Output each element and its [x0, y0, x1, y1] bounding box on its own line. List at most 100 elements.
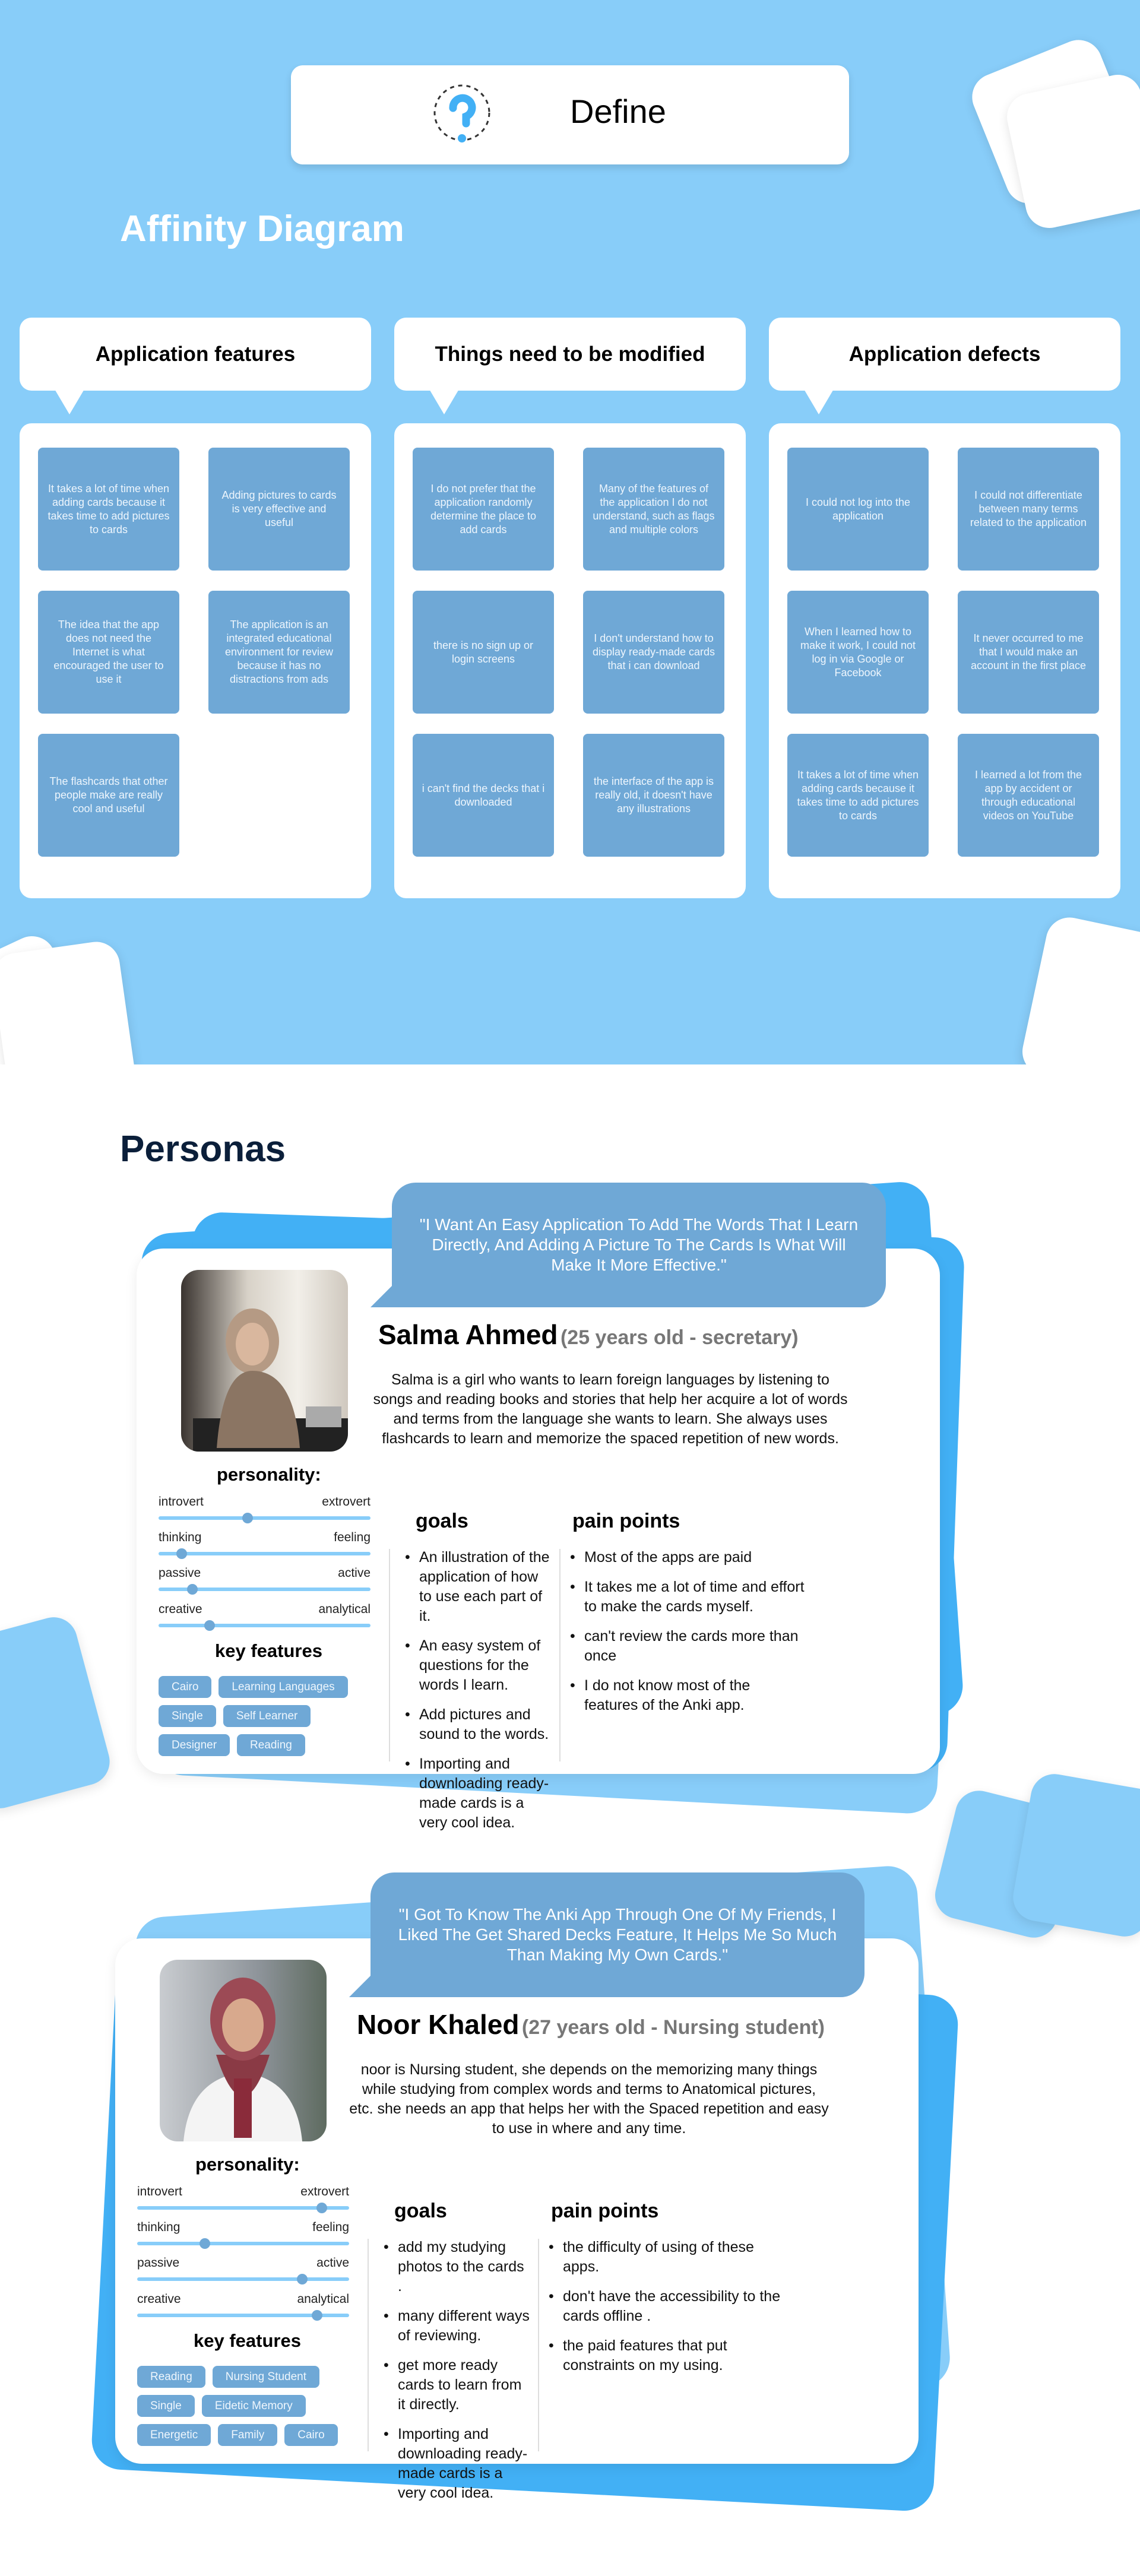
- tag-row: Cairo Learning Languages: [159, 1676, 354, 1698]
- feature-tag: Self Learner: [223, 1705, 311, 1727]
- slider-track: [159, 1584, 370, 1595]
- goal-item: An easy system of questions for the word…: [405, 1636, 553, 1695]
- key-features-tags: Reading Nursing Student Single Eidetic Memo…: [137, 2366, 338, 2453]
- decorative-square: [0, 1612, 115, 1814]
- define-header-card: Define: [291, 65, 849, 164]
- persona-photo: [181, 1270, 348, 1452]
- pain-point-item: It takes me a lot of time and effort to …: [570, 1577, 808, 1617]
- personality-slider: introvert extrovert: [137, 2185, 349, 2214]
- sticky-note: the interface of the app is really old, …: [583, 734, 724, 857]
- persona-photo: [160, 1960, 327, 2141]
- slider-thumb: [204, 1620, 215, 1631]
- personality-slider: creative analytical: [159, 1602, 370, 1632]
- sticky-note: It never occurred to me that I would mak…: [958, 591, 1099, 714]
- feature-tag: Designer: [159, 1734, 230, 1756]
- goal-item: Importing and downloading ready-made car…: [405, 1754, 553, 1833]
- goal-item: add my studying photos to the cards .: [384, 2238, 532, 2296]
- sticky-note: i can't find the decks that i downloaded: [413, 734, 554, 857]
- decorative-square: [1018, 913, 1140, 1064]
- goals-heading: goals: [394, 2200, 447, 2222]
- sticky-note: It takes a lot of time when adding cards…: [38, 448, 179, 571]
- personality-slider: creative analytical: [137, 2292, 349, 2322]
- sticky-note: The idea that the app does not need the …: [38, 591, 179, 714]
- goals-list: add my studying photos to the cards . man…: [384, 2238, 532, 2513]
- slider-track: [137, 2203, 349, 2213]
- key-features-tags: Cairo Learning Languages Single Self Learne…: [159, 1676, 354, 1763]
- goal-item: many different ways of reviewing.: [384, 2306, 532, 2346]
- pain-point-item: I do not know most of the features of th…: [570, 1676, 808, 1715]
- feature-tag: Cairo: [284, 2424, 338, 2446]
- slider-track: [137, 2310, 349, 2321]
- slider-left-label: creative: [159, 1602, 202, 1616]
- persona-name: Noor Khaled: [357, 2009, 520, 2040]
- tag-row: Energetic Family Cairo: [137, 2424, 338, 2446]
- affinity-group-panel: I could not log into the application I co…: [769, 423, 1120, 898]
- feature-tag: Reading: [237, 1734, 305, 1756]
- feature-tag: Single: [137, 2395, 195, 2417]
- personality-heading: personality:: [217, 1464, 321, 1485]
- tag-row: Reading Nursing Student: [137, 2366, 333, 2388]
- feature-tag: Nursing Student: [212, 2366, 320, 2388]
- slider-track: [137, 2238, 349, 2249]
- column-divider: [538, 2239, 539, 2451]
- slider-right-label: extrovert: [322, 1495, 370, 1509]
- goal-item: Add pictures and sound to the words.: [405, 1705, 553, 1744]
- sticky-note: I do not prefer that the application ran…: [413, 448, 554, 571]
- pain-point-item: can't review the cards more than once: [570, 1627, 808, 1666]
- sticky-note: I learned a lot from the app by accident…: [958, 734, 1099, 857]
- sticky-note: Adding pictures to cards is very effecti…: [208, 448, 350, 571]
- feature-tag: Learning Languages: [218, 1676, 348, 1698]
- slider-thumb: [242, 1513, 253, 1523]
- goal-item: get more ready cards to learn from it di…: [384, 2356, 532, 2415]
- pain-points-heading: pain points: [572, 1510, 680, 1532]
- column-divider: [559, 1549, 560, 1761]
- key-features-heading: key features: [194, 2330, 301, 2351]
- goals-heading: goals: [416, 1510, 468, 1532]
- slider-left-label: thinking: [159, 1531, 202, 1544]
- sticky-note: The application is an integrated educati…: [208, 591, 350, 714]
- persona-age-occupation: (27 years old - Nursing student): [521, 2016, 825, 2039]
- personality-slider: passive active: [159, 1566, 370, 1596]
- affinity-group-header: Application features: [20, 318, 371, 414]
- slider-left-label: passive: [159, 1566, 201, 1580]
- sticky-note: there is no sign up or login screens: [413, 591, 554, 714]
- slider-right-label: active: [338, 1566, 370, 1580]
- slider-right-label: analytical: [297, 2292, 349, 2306]
- decorative-square: [1009, 1770, 1140, 1941]
- persona-description: noor is Nursing student, she depends on …: [349, 2061, 829, 2137]
- pain-point-item: don't have the accessibility to the card…: [549, 2287, 786, 2326]
- slider-thumb: [316, 2203, 327, 2213]
- personality-heading: personality:: [195, 2154, 300, 2175]
- persona-quote: "I Want An Easy Application To Add The W…: [370, 1183, 886, 1307]
- persona-name-line: Noor Khaled (27 years old - Nursing stud…: [357, 2008, 825, 2040]
- slider-left-label: thinking: [137, 2220, 180, 2234]
- tag-row: Designer Reading: [159, 1734, 354, 1756]
- affinity-group-panel: It takes a lot of time when adding cards…: [20, 423, 371, 898]
- slider-left-label: creative: [137, 2292, 181, 2306]
- slider-track: [159, 1548, 370, 1559]
- sticky-note: I could not log into the application: [787, 448, 929, 571]
- sticky-note: The flashcards that other people make ar…: [38, 734, 179, 857]
- define-section: Define Affinity Diagram Application feat…: [0, 0, 1140, 1064]
- personality-slider: passive active: [137, 2256, 349, 2286]
- goals-list: An illustration of the application of ho…: [405, 1548, 553, 1843]
- slider-right-label: extrovert: [300, 2185, 349, 2198]
- feature-tag: Single: [159, 1705, 216, 1727]
- column-divider: [368, 2239, 369, 2451]
- slider-right-label: analytical: [318, 1602, 370, 1616]
- personality-slider: thinking feeling: [137, 2220, 349, 2250]
- slider-right-label: feeling: [312, 2220, 349, 2234]
- personality-slider: thinking feeling: [159, 1531, 370, 1560]
- slider-thumb: [297, 2274, 308, 2285]
- decorative-square: [0, 939, 138, 1064]
- sticky-note: When I learned how to make it work, I co…: [787, 591, 929, 714]
- sticky-note: I don't understand how to display ready-…: [583, 591, 724, 714]
- affinity-group-header: Things need to be modified: [394, 318, 746, 414]
- pain-points-heading: pain points: [551, 2200, 659, 2222]
- personality-slider: introvert extrovert: [159, 1495, 370, 1525]
- sticky-note: It takes a lot of time when adding cards…: [787, 734, 929, 857]
- goal-item: Importing and downloading ready-made car…: [384, 2425, 532, 2503]
- persona-name: Salma Ahmed: [378, 1319, 558, 1350]
- slider-right-label: feeling: [334, 1531, 370, 1544]
- feature-tag: Family: [218, 2424, 278, 2446]
